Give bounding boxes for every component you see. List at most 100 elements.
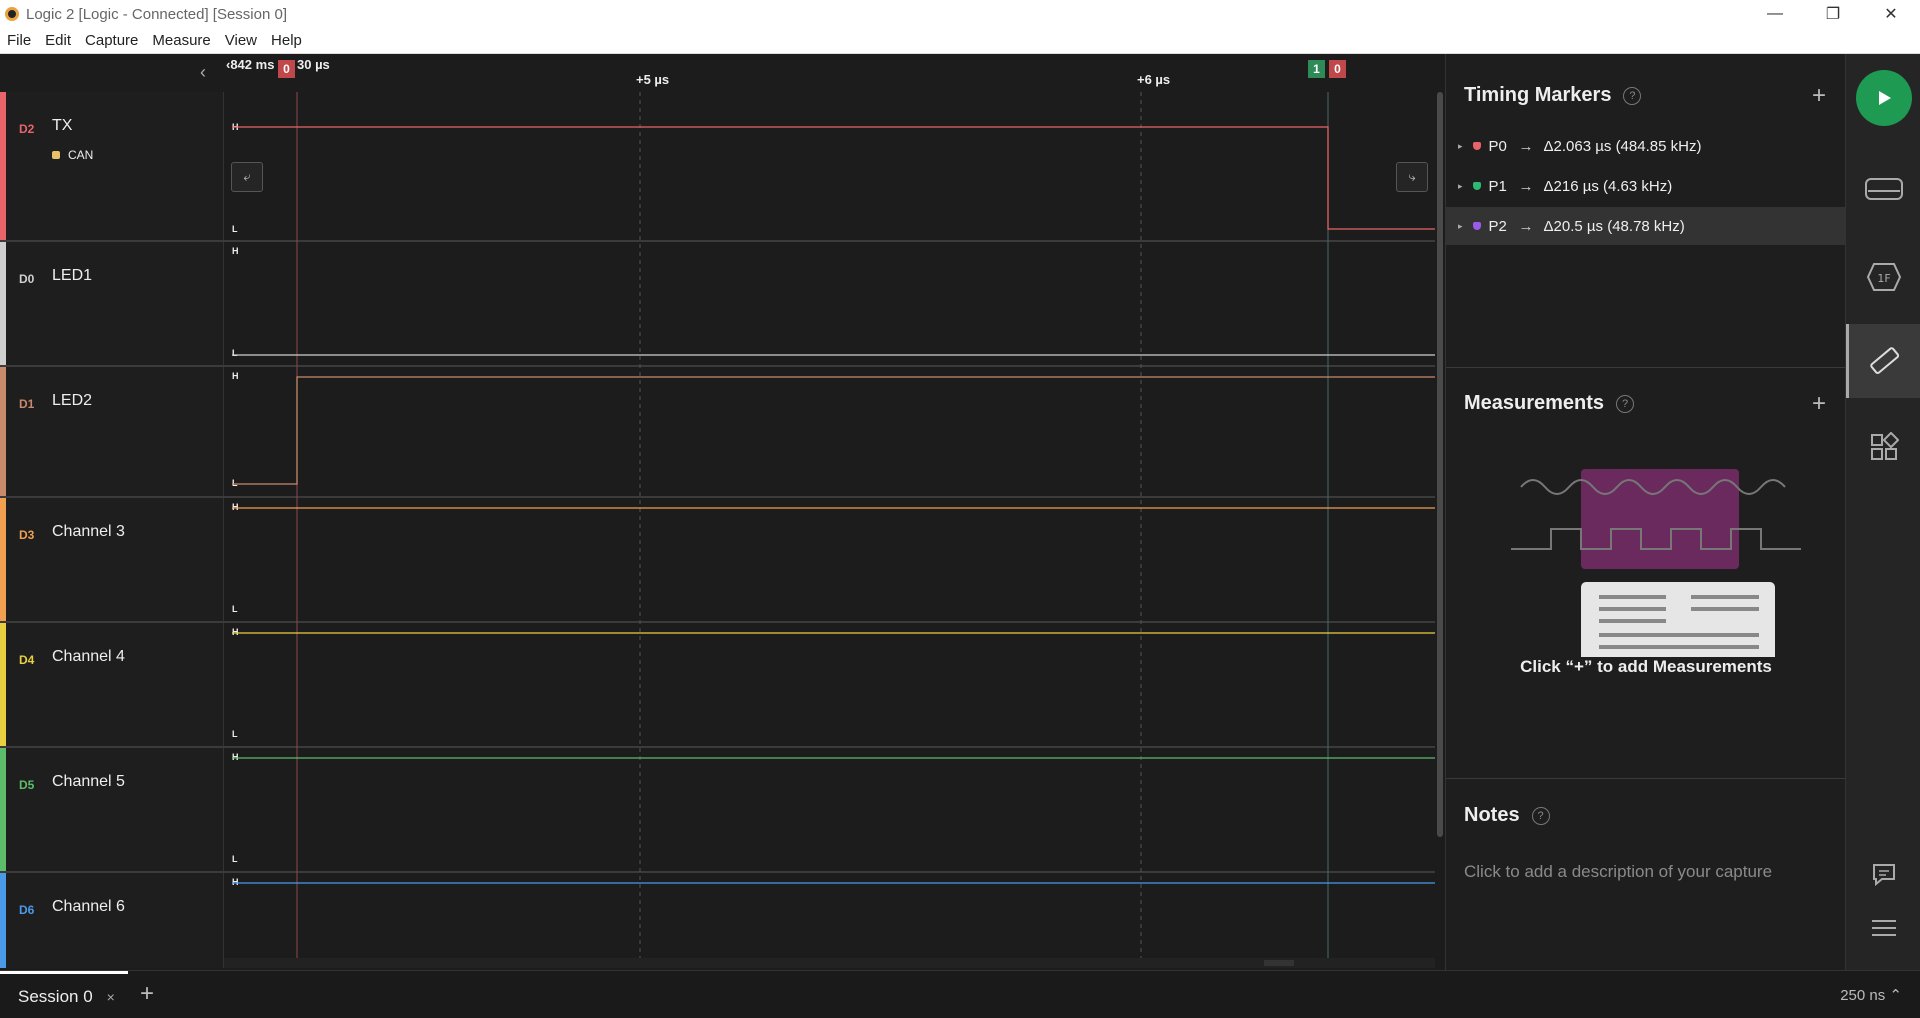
help-icon[interactable]: ?	[1531, 806, 1550, 825]
channel-row[interactable]: D3 Channel 3 H L	[0, 498, 1435, 623]
marker-color-icon	[1472, 142, 1481, 150]
add-measurement-button[interactable]: +	[1812, 390, 1826, 418]
menu-capture[interactable]: Capture	[78, 32, 145, 49]
maximize-button[interactable]: ❐	[1804, 0, 1862, 28]
low-level-label: L	[232, 604, 238, 614]
channel-name: Channel 4	[52, 648, 125, 665]
menu-help[interactable]: Help	[264, 32, 309, 49]
notes-section: Notes ? Click to add a description of yo…	[1446, 778, 1846, 970]
add-marker-button[interactable]: +	[1812, 82, 1826, 110]
analyzer-name: CAN	[68, 148, 94, 162]
section-title: Timing Markers ?	[1464, 84, 1642, 107]
time-start-label: ‹842 ms	[226, 57, 275, 72]
low-level-label: L	[232, 478, 238, 488]
help-icon[interactable]: ?	[1616, 394, 1635, 413]
feedback-button[interactable]	[1846, 850, 1920, 898]
channel-row[interactable]: D0 LED1 H L	[0, 242, 1435, 367]
zoom-level[interactable]: 250 ns ⌃	[1840, 986, 1902, 1004]
low-level-label: L	[232, 854, 238, 864]
close-session-icon[interactable]: ×	[107, 989, 115, 1005]
channel-id: D2	[19, 122, 35, 136]
run-button[interactable]	[1846, 54, 1920, 142]
channel-name: LED2	[52, 392, 93, 409]
channel-row[interactable]: D1 LED2 H L	[0, 367, 1435, 498]
channel-list: D2 TX CAN H L ⤶ ⤷ D0 LED1 H L D1 LED2 H …	[0, 92, 1435, 968]
menu-edit[interactable]: Edit	[38, 32, 78, 49]
notes-input[interactable]: Click to add a description of your captu…	[1464, 862, 1772, 882]
marker-flag-0[interactable]: 0	[278, 60, 295, 78]
menu-file[interactable]: File	[0, 32, 38, 49]
bottom-bar: Session 0 × + 250 ns ⌃	[0, 970, 1920, 1018]
menu-bar: File Edit Capture Measure View Help	[0, 28, 1920, 54]
channel-label[interactable]: D4 Channel 4	[0, 623, 224, 746]
horizontal-scrollbar[interactable]	[224, 958, 1435, 968]
marker-row[interactable]: ▸ P0 → Δ2.063 µs (484.85 kHz)	[1446, 127, 1846, 165]
marker-name: P1	[1488, 177, 1507, 195]
chat-icon	[1872, 864, 1895, 886]
channel-row[interactable]: D5 Channel 5 H L	[0, 748, 1435, 873]
channel-row[interactable]: D4 Channel 4 H L	[0, 623, 1435, 748]
time-ruler[interactable]: ‹ ‹842 ms 30 µs +5 µs +6 µs 0 1 0	[0, 54, 1445, 92]
channel-id: D0	[19, 272, 35, 286]
marker-value: Δ20.5 µs (48.78 kHz)	[1543, 217, 1685, 235]
channel-id: D4	[19, 653, 35, 667]
main-menu-button[interactable]	[1846, 904, 1920, 952]
prev-edge-icon[interactable]: ⤶	[231, 162, 263, 192]
next-edge-icon[interactable]: ⤷	[1396, 162, 1428, 192]
close-button[interactable]: ✕	[1862, 0, 1920, 28]
marker-flag-0b[interactable]: 0	[1329, 60, 1346, 78]
low-level-label: L	[232, 224, 238, 234]
channel-id: D3	[19, 528, 35, 542]
channel-color-bar	[0, 748, 6, 871]
session-name: Session 0	[18, 986, 93, 1006]
chevron-left-icon[interactable]: ‹	[200, 62, 206, 83]
channel-label[interactable]: D5 Channel 5	[0, 748, 224, 871]
help-icon[interactable]: ?	[1623, 86, 1642, 105]
session-tab[interactable]: Session 0 ×	[0, 971, 128, 1018]
notes-title: Notes	[1464, 804, 1520, 826]
ruler-icon	[1870, 347, 1900, 375]
arrow-right-icon: →	[1518, 217, 1534, 235]
high-level-label: H	[232, 502, 239, 512]
scrollbar-thumb[interactable]	[1264, 960, 1294, 966]
channel-label[interactable]: D2 TX CAN	[0, 92, 224, 240]
analyzers-button[interactable]: 1F	[1846, 240, 1920, 314]
marker-row[interactable]: ▸ P2 → Δ20.5 µs (48.78 kHz)	[1446, 207, 1846, 245]
analyzer-tag[interactable]: CAN	[52, 148, 93, 162]
channel-label[interactable]: D1 LED2	[0, 367, 224, 496]
high-level-label: H	[232, 371, 239, 381]
expand-icon[interactable]: ▸	[1458, 141, 1463, 152]
channel-label[interactable]: D3 Channel 3	[0, 498, 224, 621]
play-icon[interactable]	[1855, 70, 1912, 126]
vertical-scrollbar[interactable]	[1435, 92, 1445, 968]
low-level-label: L	[232, 729, 238, 739]
time-tick-label: +6 µs	[1137, 72, 1171, 87]
extensions-button[interactable]	[1846, 410, 1920, 484]
minimize-button[interactable]: —	[1746, 0, 1804, 28]
scrollbar-thumb[interactable]	[1437, 92, 1443, 837]
channel-row[interactable]: D6 Channel 6 H	[0, 873, 1435, 968]
channel-id: D1	[19, 397, 35, 411]
timing-markers-title: Timing Markers	[1464, 84, 1612, 106]
channel-color-bar	[0, 623, 6, 746]
menu-view[interactable]: View	[218, 32, 264, 49]
high-level-label: H	[232, 877, 239, 887]
menu-measure[interactable]: Measure	[145, 32, 217, 49]
arrow-right-icon: →	[1518, 177, 1534, 195]
channel-name: Channel 5	[52, 773, 125, 790]
device-settings-button[interactable]	[1846, 152, 1920, 226]
marker-color-icon	[1472, 222, 1481, 230]
expand-icon[interactable]: ▸	[1458, 221, 1463, 232]
timing-markers-section: Timing Markers ? + ▸ P0 → Δ2.063 µs (484…	[1446, 54, 1846, 367]
expand-icon[interactable]: ▸	[1458, 181, 1463, 192]
channel-label[interactable]: D0 LED1	[0, 242, 224, 365]
window-controls: — ❐ ✕	[1746, 0, 1920, 28]
channel-label[interactable]: D6 Channel 6	[0, 873, 224, 968]
channel-row[interactable]: D2 TX CAN H L ⤶ ⤷	[0, 92, 1435, 242]
marker-row[interactable]: ▸ P1 → Δ216 µs (4.63 kHz)	[1446, 167, 1846, 205]
marker-flag-1[interactable]: 1	[1308, 60, 1325, 78]
waveform-area[interactable]: ‹ ‹842 ms 30 µs +5 µs +6 µs 0 1 0 D2 TX …	[0, 54, 1445, 970]
add-session-button[interactable]: +	[140, 980, 154, 1008]
channel-color-bar	[0, 242, 6, 365]
measure-button[interactable]	[1846, 324, 1920, 398]
